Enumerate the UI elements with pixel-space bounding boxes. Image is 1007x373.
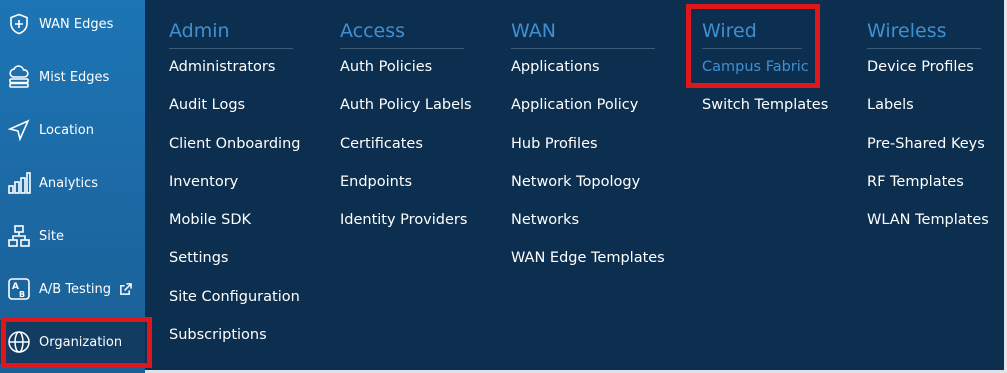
site-tree-icon — [7, 224, 31, 248]
column-divider — [511, 48, 655, 49]
sidebar-item-label: Site — [39, 228, 64, 244]
column-heading: Wireless — [867, 20, 947, 42]
menu-item-mobile-sdk[interactable]: Mobile SDK — [169, 212, 251, 228]
column-divider — [340, 48, 464, 49]
menu-item-identity-providers[interactable]: Identity Providers — [340, 212, 467, 228]
column-heading: Wired — [702, 20, 757, 42]
menu-item-networks[interactable]: Networks — [511, 212, 579, 228]
menu-item-settings[interactable]: Settings — [169, 250, 228, 266]
menu-item-rf-templates[interactable]: RF Templates — [867, 174, 964, 190]
menu-item-wan-edge-templates[interactable]: WAN Edge Templates — [511, 250, 665, 266]
sidebar-item-analytics[interactable]: Analytics — [0, 163, 145, 203]
menu-item-endpoints[interactable]: Endpoints — [340, 174, 412, 190]
menu-item-auth-policies[interactable]: Auth Policies — [340, 59, 432, 75]
organization-menu-panel: Admin Administrators Audit Logs Client O… — [145, 0, 1007, 370]
sidebar-item-label: WAN Edges — [39, 16, 114, 32]
external-link-icon — [119, 282, 132, 296]
sidebar-item-mist-edges[interactable]: Mist Edges — [0, 57, 145, 97]
ab-testing-icon: AB — [7, 277, 31, 301]
menu-item-application-policy[interactable]: Application Policy — [511, 97, 638, 113]
sidebar-item-label: Mist Edges — [39, 69, 110, 85]
column-divider — [169, 48, 293, 49]
sidebar-item-ab-testing[interactable]: AB A/B Testing — [0, 269, 145, 309]
svg-text:A: A — [12, 282, 19, 292]
column-heading: WAN — [511, 20, 556, 42]
sidebar: WAN Edges Mist Edges Location Analytics … — [0, 0, 145, 373]
menu-item-certificates[interactable]: Certificates — [340, 136, 423, 152]
sidebar-item-label: Organization — [39, 334, 123, 350]
menu-item-campus-fabric[interactable]: Campus Fabric — [702, 59, 809, 75]
menu-item-switch-templates[interactable]: Switch Templates — [702, 97, 828, 113]
sidebar-item-organization[interactable]: Organization — [0, 320, 145, 364]
menu-item-pre-shared-keys[interactable]: Pre-Shared Keys — [867, 136, 985, 152]
menu-item-labels[interactable]: Labels — [867, 97, 914, 113]
sidebar-item-site[interactable]: Site — [0, 216, 145, 256]
column-heading: Admin — [169, 20, 230, 42]
menu-item-audit-logs[interactable]: Audit Logs — [169, 97, 245, 113]
globe-icon — [7, 330, 31, 354]
column-divider — [702, 48, 802, 49]
sidebar-item-location[interactable]: Location — [0, 110, 145, 150]
menu-item-network-topology[interactable]: Network Topology — [511, 174, 640, 190]
menu-item-site-configuration[interactable]: Site Configuration — [169, 289, 300, 305]
cloud-stack-icon — [7, 65, 31, 89]
menu-item-client-onboarding[interactable]: Client Onboarding — [169, 136, 300, 152]
menu-item-applications[interactable]: Applications — [511, 59, 600, 75]
menu-item-device-profiles[interactable]: Device Profiles — [867, 59, 974, 75]
menu-item-hub-profiles[interactable]: Hub Profiles — [511, 136, 598, 152]
navigation-arrow-icon — [7, 118, 31, 142]
sidebar-item-label: A/B Testing — [39, 281, 112, 297]
plus-shield-icon — [7, 12, 31, 36]
menu-item-wlan-templates[interactable]: WLAN Templates — [867, 212, 989, 228]
menu-item-subscriptions[interactable]: Subscriptions — [169, 327, 267, 343]
column-divider — [867, 48, 981, 49]
sidebar-item-label: Analytics — [39, 175, 99, 191]
sidebar-item-label: Location — [39, 122, 94, 138]
column-heading: Access — [340, 20, 406, 42]
svg-text:B: B — [19, 290, 25, 299]
bar-chart-icon — [7, 171, 31, 195]
menu-item-auth-policy-labels[interactable]: Auth Policy Labels — [340, 97, 472, 113]
sidebar-item-wan-edges[interactable]: WAN Edges — [0, 4, 145, 44]
menu-item-inventory[interactable]: Inventory — [169, 174, 238, 190]
menu-item-administrators[interactable]: Administrators — [169, 59, 275, 75]
